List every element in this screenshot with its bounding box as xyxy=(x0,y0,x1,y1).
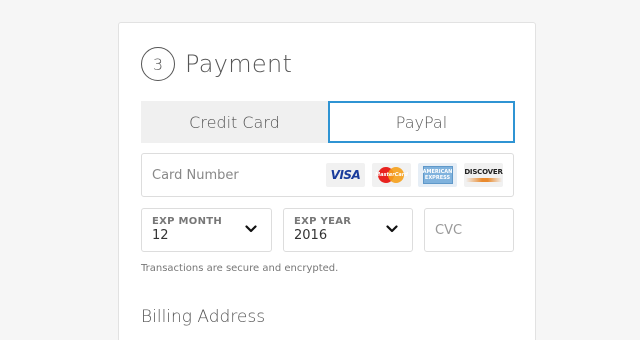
amex-logo-text: AMERICAN EXPRESS xyxy=(422,166,453,184)
exp-month-select[interactable]: EXP MONTH 12 xyxy=(141,208,272,252)
amex-logo-icon: AMERICAN EXPRESS xyxy=(418,163,457,187)
secure-note: Transactions are secure and encrypted. xyxy=(141,263,339,274)
section-title: Payment xyxy=(185,50,293,78)
section-header: 3 Payment xyxy=(141,47,292,81)
cvc-field xyxy=(424,208,514,252)
discover-logo-icon: DISCOVER xyxy=(464,163,503,187)
chevron-down-icon xyxy=(386,225,398,233)
card-number-input[interactable] xyxy=(142,154,326,196)
step-number-badge: 3 xyxy=(141,47,175,81)
tab-credit-card[interactable]: Credit Card xyxy=(141,101,328,143)
visa-logo-icon: VISA xyxy=(326,163,365,187)
card-logos: VISA MasterCard AMERICAN EXPRESS DISCOVE… xyxy=(326,163,513,187)
billing-address-title: Billing Address xyxy=(141,307,266,327)
discover-logo-text: DISCOVER xyxy=(464,168,503,176)
tab-paypal[interactable]: PayPal xyxy=(328,101,515,143)
mastercard-logo-icon: MasterCard xyxy=(372,163,411,187)
cvc-input[interactable] xyxy=(425,209,513,251)
exp-year-select[interactable]: EXP YEAR 2016 xyxy=(283,208,413,252)
chevron-down-icon xyxy=(245,225,257,233)
payment-method-tabs: Credit Card PayPal xyxy=(141,101,515,143)
payment-card: 3 Payment Credit Card PayPal VISA Master… xyxy=(118,22,536,340)
card-number-field: VISA MasterCard AMERICAN EXPRESS DISCOVE… xyxy=(141,153,514,197)
mastercard-logo-text: MasterCard xyxy=(375,172,408,178)
visa-logo-text: VISA xyxy=(330,168,361,182)
